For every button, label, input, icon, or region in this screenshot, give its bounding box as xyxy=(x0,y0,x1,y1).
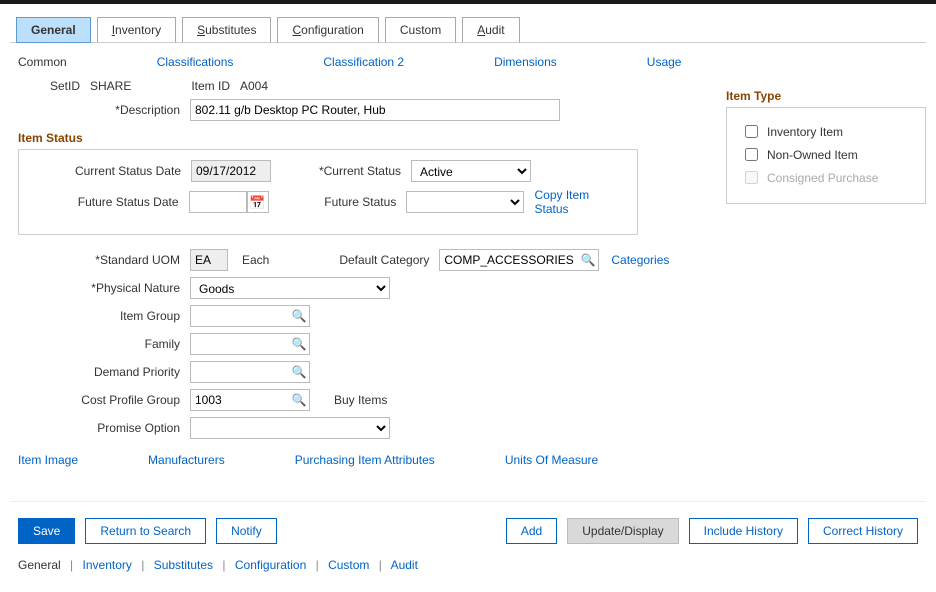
calendar-icon[interactable]: 📅 xyxy=(247,191,269,213)
future-status-date-label: Future Status Date xyxy=(31,195,189,209)
search-icon[interactable]: 🔍 xyxy=(288,389,310,411)
family-label: Family xyxy=(10,337,190,351)
search-icon[interactable]: 🔍 xyxy=(288,333,310,355)
manufacturers-link[interactable]: Manufacturers xyxy=(148,453,225,467)
tab-strip: General Inventory Substitutes Configurat… xyxy=(10,12,926,43)
cost-profile-label: Cost Profile Group xyxy=(10,393,190,407)
itemid-label: Item ID xyxy=(180,79,240,93)
demand-priority-label: Demand Priority xyxy=(10,365,190,379)
breadcrumb: General | Inventory | Substitutes | Conf… xyxy=(10,558,926,572)
tab-inventory[interactable]: Inventory xyxy=(97,17,176,43)
tab-custom[interactable]: Custom xyxy=(385,17,456,43)
promise-option-label: Promise Option xyxy=(10,421,190,435)
future-status-select[interactable] xyxy=(406,191,524,213)
breadcrumb-general: General xyxy=(18,558,61,572)
nonowned-item-label: Non-Owned Item xyxy=(767,148,858,162)
sublink-classifications[interactable]: Classifications xyxy=(157,55,234,69)
item-type-box: Inventory Item Non-Owned Item Consigned … xyxy=(726,107,926,204)
sublink-row: Common Classifications Classification 2 … xyxy=(10,51,926,79)
categories-link[interactable]: Categories xyxy=(611,253,669,267)
physical-nature-select[interactable]: Goods xyxy=(190,277,390,299)
std-uom-label: Standard UOM xyxy=(10,253,190,267)
purchasing-attrs-link[interactable]: Purchasing Item Attributes xyxy=(295,453,435,467)
description-label: Description xyxy=(10,103,190,117)
breadcrumb-audit[interactable]: Audit xyxy=(391,558,418,572)
current-status-date-label: Current Status Date xyxy=(31,164,191,178)
nonowned-item-checkbox[interactable] xyxy=(745,148,758,161)
future-status-label: Future Status xyxy=(269,195,407,209)
inventory-item-checkbox[interactable] xyxy=(745,125,758,138)
default-category-label: Default Category xyxy=(269,253,439,267)
future-status-date-input[interactable] xyxy=(189,191,247,213)
update-display-button[interactable]: Update/Display xyxy=(567,518,678,544)
description-input[interactable] xyxy=(190,99,560,121)
notify-button[interactable]: Notify xyxy=(216,518,277,544)
breadcrumb-custom[interactable]: Custom xyxy=(328,558,369,572)
breadcrumb-configuration[interactable]: Configuration xyxy=(235,558,306,572)
std-uom-desc: Each xyxy=(242,253,269,267)
correct-history-button[interactable]: Correct History xyxy=(808,518,918,544)
current-status-date-value xyxy=(191,160,271,182)
current-status-label: Current Status xyxy=(271,164,411,178)
default-category-input[interactable] xyxy=(439,249,599,271)
sublink-common: Common xyxy=(18,55,67,69)
breadcrumb-inventory[interactable]: Inventory xyxy=(83,558,132,572)
bottom-links-row: Item Image Manufacturers Purchasing Item… xyxy=(10,445,926,483)
item-image-link[interactable]: Item Image xyxy=(18,453,78,467)
tab-substitutes[interactable]: Substitutes xyxy=(182,17,271,43)
current-status-select[interactable]: Active xyxy=(411,160,531,182)
return-to-search-button[interactable]: Return to Search xyxy=(85,518,206,544)
copy-item-status-link[interactable]: Copy Item Status xyxy=(534,188,625,216)
tab-audit[interactable]: Audit xyxy=(462,17,519,43)
promise-option-select[interactable] xyxy=(190,417,390,439)
item-type-title: Item Type xyxy=(726,89,926,103)
search-icon[interactable]: 🔍 xyxy=(577,249,599,271)
item-status-title: Item Status xyxy=(18,131,706,145)
itemid-value: A004 xyxy=(240,79,268,93)
cost-profile-desc: Buy Items xyxy=(334,393,387,407)
save-button[interactable]: Save xyxy=(18,518,75,544)
tab-general[interactable]: General xyxy=(16,17,91,43)
action-row: Save Return to Search Notify Add Update/… xyxy=(10,512,926,558)
sublink-dimensions[interactable]: Dimensions xyxy=(494,55,557,69)
include-history-button[interactable]: Include History xyxy=(689,518,798,544)
setid-label: SetID xyxy=(10,79,90,93)
inventory-item-label: Inventory Item xyxy=(767,125,843,139)
sublink-classification2[interactable]: Classification 2 xyxy=(323,55,404,69)
setid-value: SHARE xyxy=(90,79,180,93)
breadcrumb-substitutes[interactable]: Substitutes xyxy=(154,558,213,572)
add-button[interactable]: Add xyxy=(506,518,557,544)
tab-configuration[interactable]: Configuration xyxy=(277,17,378,43)
sublink-usage[interactable]: Usage xyxy=(647,55,682,69)
consigned-purchase-checkbox xyxy=(745,171,758,184)
search-icon[interactable]: 🔍 xyxy=(288,305,310,327)
search-icon[interactable]: 🔍 xyxy=(288,361,310,383)
std-uom-value xyxy=(190,249,228,271)
item-group-label: Item Group xyxy=(10,309,190,323)
physical-nature-label: Physical Nature xyxy=(10,281,190,295)
uom-link[interactable]: Units Of Measure xyxy=(505,453,598,467)
item-status-box: Current Status Date Current Status Activ… xyxy=(18,149,638,235)
consigned-purchase-label: Consigned Purchase xyxy=(767,171,878,185)
